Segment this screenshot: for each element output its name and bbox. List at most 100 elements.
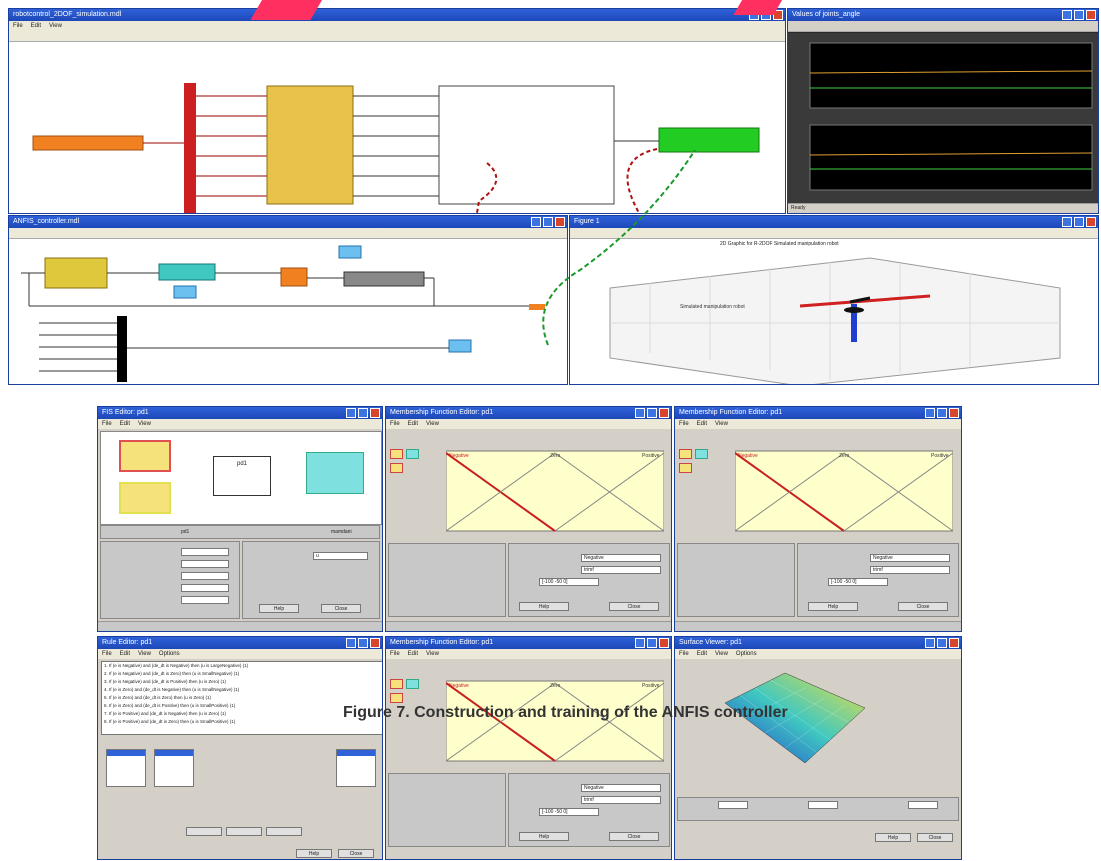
mf-type-select[interactable]: trimf xyxy=(581,566,661,574)
help-button[interactable]: Help xyxy=(519,832,569,841)
menu-edit[interactable]: Edit xyxy=(408,419,418,429)
rule-item[interactable]: 4. If (e is Zero) and (de_dt is Negative… xyxy=(104,686,382,694)
and-method-select[interactable] xyxy=(181,548,229,556)
maximize-button[interactable] xyxy=(647,408,657,418)
maximize-button[interactable] xyxy=(1074,10,1084,20)
x-input-select[interactable] xyxy=(718,801,748,809)
input-e-block[interactable] xyxy=(119,440,171,472)
fis-center-block[interactable]: pd1 xyxy=(213,456,271,496)
anfis-block[interactable] xyxy=(44,257,108,289)
plant-block[interactable] xyxy=(343,271,425,287)
close-dialog-button[interactable]: Close xyxy=(321,604,361,613)
if-e-listbox[interactable] xyxy=(106,749,146,787)
minimize-button[interactable] xyxy=(635,408,645,418)
menu-edit[interactable]: Edit xyxy=(697,649,707,659)
sum-block[interactable] xyxy=(280,267,308,287)
maximize-button[interactable] xyxy=(358,408,368,418)
minimize-button[interactable] xyxy=(346,638,356,648)
display-block-3[interactable] xyxy=(448,339,472,353)
output-var-icon[interactable] xyxy=(695,449,708,459)
close-button[interactable] xyxy=(1086,10,1096,20)
rules-listbox[interactable]: 1. If (e is Negative) and (de_dt is Nega… xyxy=(101,661,382,735)
change-rule-button[interactable] xyxy=(266,827,302,836)
rule-item[interactable]: 1. If (e is Negative) and (de_dt is Nega… xyxy=(104,662,382,670)
rule-item[interactable]: 7. If (e is Positive) and (de_dt is Nega… xyxy=(104,710,382,718)
help-button[interactable]: Help xyxy=(808,602,858,611)
help-button[interactable]: Help xyxy=(296,849,332,858)
menu-view[interactable]: View xyxy=(426,649,439,659)
input-var-2-icon[interactable] xyxy=(390,693,403,703)
menu-file[interactable]: File xyxy=(102,419,112,429)
input-var-icon[interactable] xyxy=(390,449,403,459)
input-var-icon[interactable] xyxy=(679,449,692,459)
menu-file[interactable]: File xyxy=(679,649,689,659)
aggregation-select[interactable] xyxy=(181,584,229,592)
menu-view[interactable]: View xyxy=(715,419,728,429)
input-de-block[interactable] xyxy=(119,482,171,514)
defuzzification-select[interactable] xyxy=(181,596,229,604)
mf-name-field[interactable]: Negative xyxy=(581,554,661,562)
maximize-button[interactable] xyxy=(937,638,947,648)
menu-file[interactable]: File xyxy=(13,21,23,31)
input-var-icon[interactable] xyxy=(390,679,403,689)
mf-type-select[interactable]: trimf xyxy=(581,796,661,804)
close-button[interactable] xyxy=(949,408,959,418)
help-button[interactable]: Help xyxy=(259,604,299,613)
rule-item[interactable]: 2. If (e is Negative) and (de_dt is Zero… xyxy=(104,670,382,678)
menu-view[interactable]: View xyxy=(426,419,439,429)
demux-block[interactable] xyxy=(117,316,127,382)
display-block-1[interactable] xyxy=(338,245,362,259)
variable-name-field[interactable]: u xyxy=(313,552,368,560)
menu-edit[interactable]: Edit xyxy=(408,649,418,659)
help-button[interactable]: Help xyxy=(875,833,911,842)
menu-options[interactable]: Options xyxy=(159,649,180,659)
maximize-button[interactable] xyxy=(647,638,657,648)
mf-name-field[interactable]: Negative xyxy=(581,784,661,792)
rule-item[interactable]: 5. If (e is Zero) and (de_dt is Zero) th… xyxy=(104,694,382,702)
close-dialog-button[interactable]: Close xyxy=(338,849,374,858)
inverse-kinematics-subsystem[interactable] xyxy=(266,85,354,205)
input-var-2-icon[interactable] xyxy=(390,463,403,473)
menu-edit[interactable]: Edit xyxy=(120,419,130,429)
menu-view[interactable]: View xyxy=(138,649,151,659)
display-block-2[interactable] xyxy=(173,285,197,299)
menu-file[interactable]: File xyxy=(390,419,400,429)
close-dialog-button[interactable]: Close xyxy=(609,602,659,611)
maximize-button[interactable] xyxy=(358,638,368,648)
and-de-listbox[interactable] xyxy=(154,749,194,787)
derivative-block[interactable] xyxy=(158,263,216,281)
menu-edit[interactable]: Edit xyxy=(120,649,130,659)
menu-options[interactable]: Options xyxy=(736,649,757,659)
menu-view[interactable]: View xyxy=(138,419,151,429)
minimize-button[interactable] xyxy=(1062,217,1072,227)
menu-view[interactable]: View xyxy=(715,649,728,659)
maximize-button[interactable] xyxy=(937,408,947,418)
maximize-button[interactable] xyxy=(1074,217,1084,227)
mf-params-field[interactable]: [-100 -50 0] xyxy=(828,578,888,586)
add-rule-button[interactable] xyxy=(226,827,262,836)
or-method-select[interactable] xyxy=(181,560,229,568)
minimize-button[interactable] xyxy=(925,408,935,418)
z-output-select[interactable] xyxy=(908,801,938,809)
close-button[interactable] xyxy=(1086,217,1096,227)
close-button[interactable] xyxy=(659,408,669,418)
minimize-button[interactable] xyxy=(346,408,356,418)
close-button[interactable] xyxy=(370,638,380,648)
close-dialog-button[interactable]: Close xyxy=(917,833,953,842)
output-var-icon[interactable] xyxy=(406,679,419,689)
close-button[interactable] xyxy=(949,638,959,648)
input-var-2-icon[interactable] xyxy=(679,463,692,473)
menu-file[interactable]: File xyxy=(102,649,112,659)
menu-edit[interactable]: Edit xyxy=(697,419,707,429)
mf-params-field[interactable]: [-100 -50 0] xyxy=(539,808,599,816)
implication-select[interactable] xyxy=(181,572,229,580)
minimize-button[interactable] xyxy=(1062,10,1072,20)
input-block[interactable] xyxy=(32,135,144,151)
menu-edit[interactable]: Edit xyxy=(31,21,41,31)
close-dialog-button[interactable]: Close xyxy=(898,602,948,611)
output-u-block[interactable] xyxy=(306,452,364,494)
close-button[interactable] xyxy=(370,408,380,418)
mf-type-select[interactable]: trimf xyxy=(870,566,950,574)
y-input-select[interactable] xyxy=(808,801,838,809)
rule-item[interactable]: 8. If (e is Positive) and (de_dt is Zero… xyxy=(104,718,382,726)
